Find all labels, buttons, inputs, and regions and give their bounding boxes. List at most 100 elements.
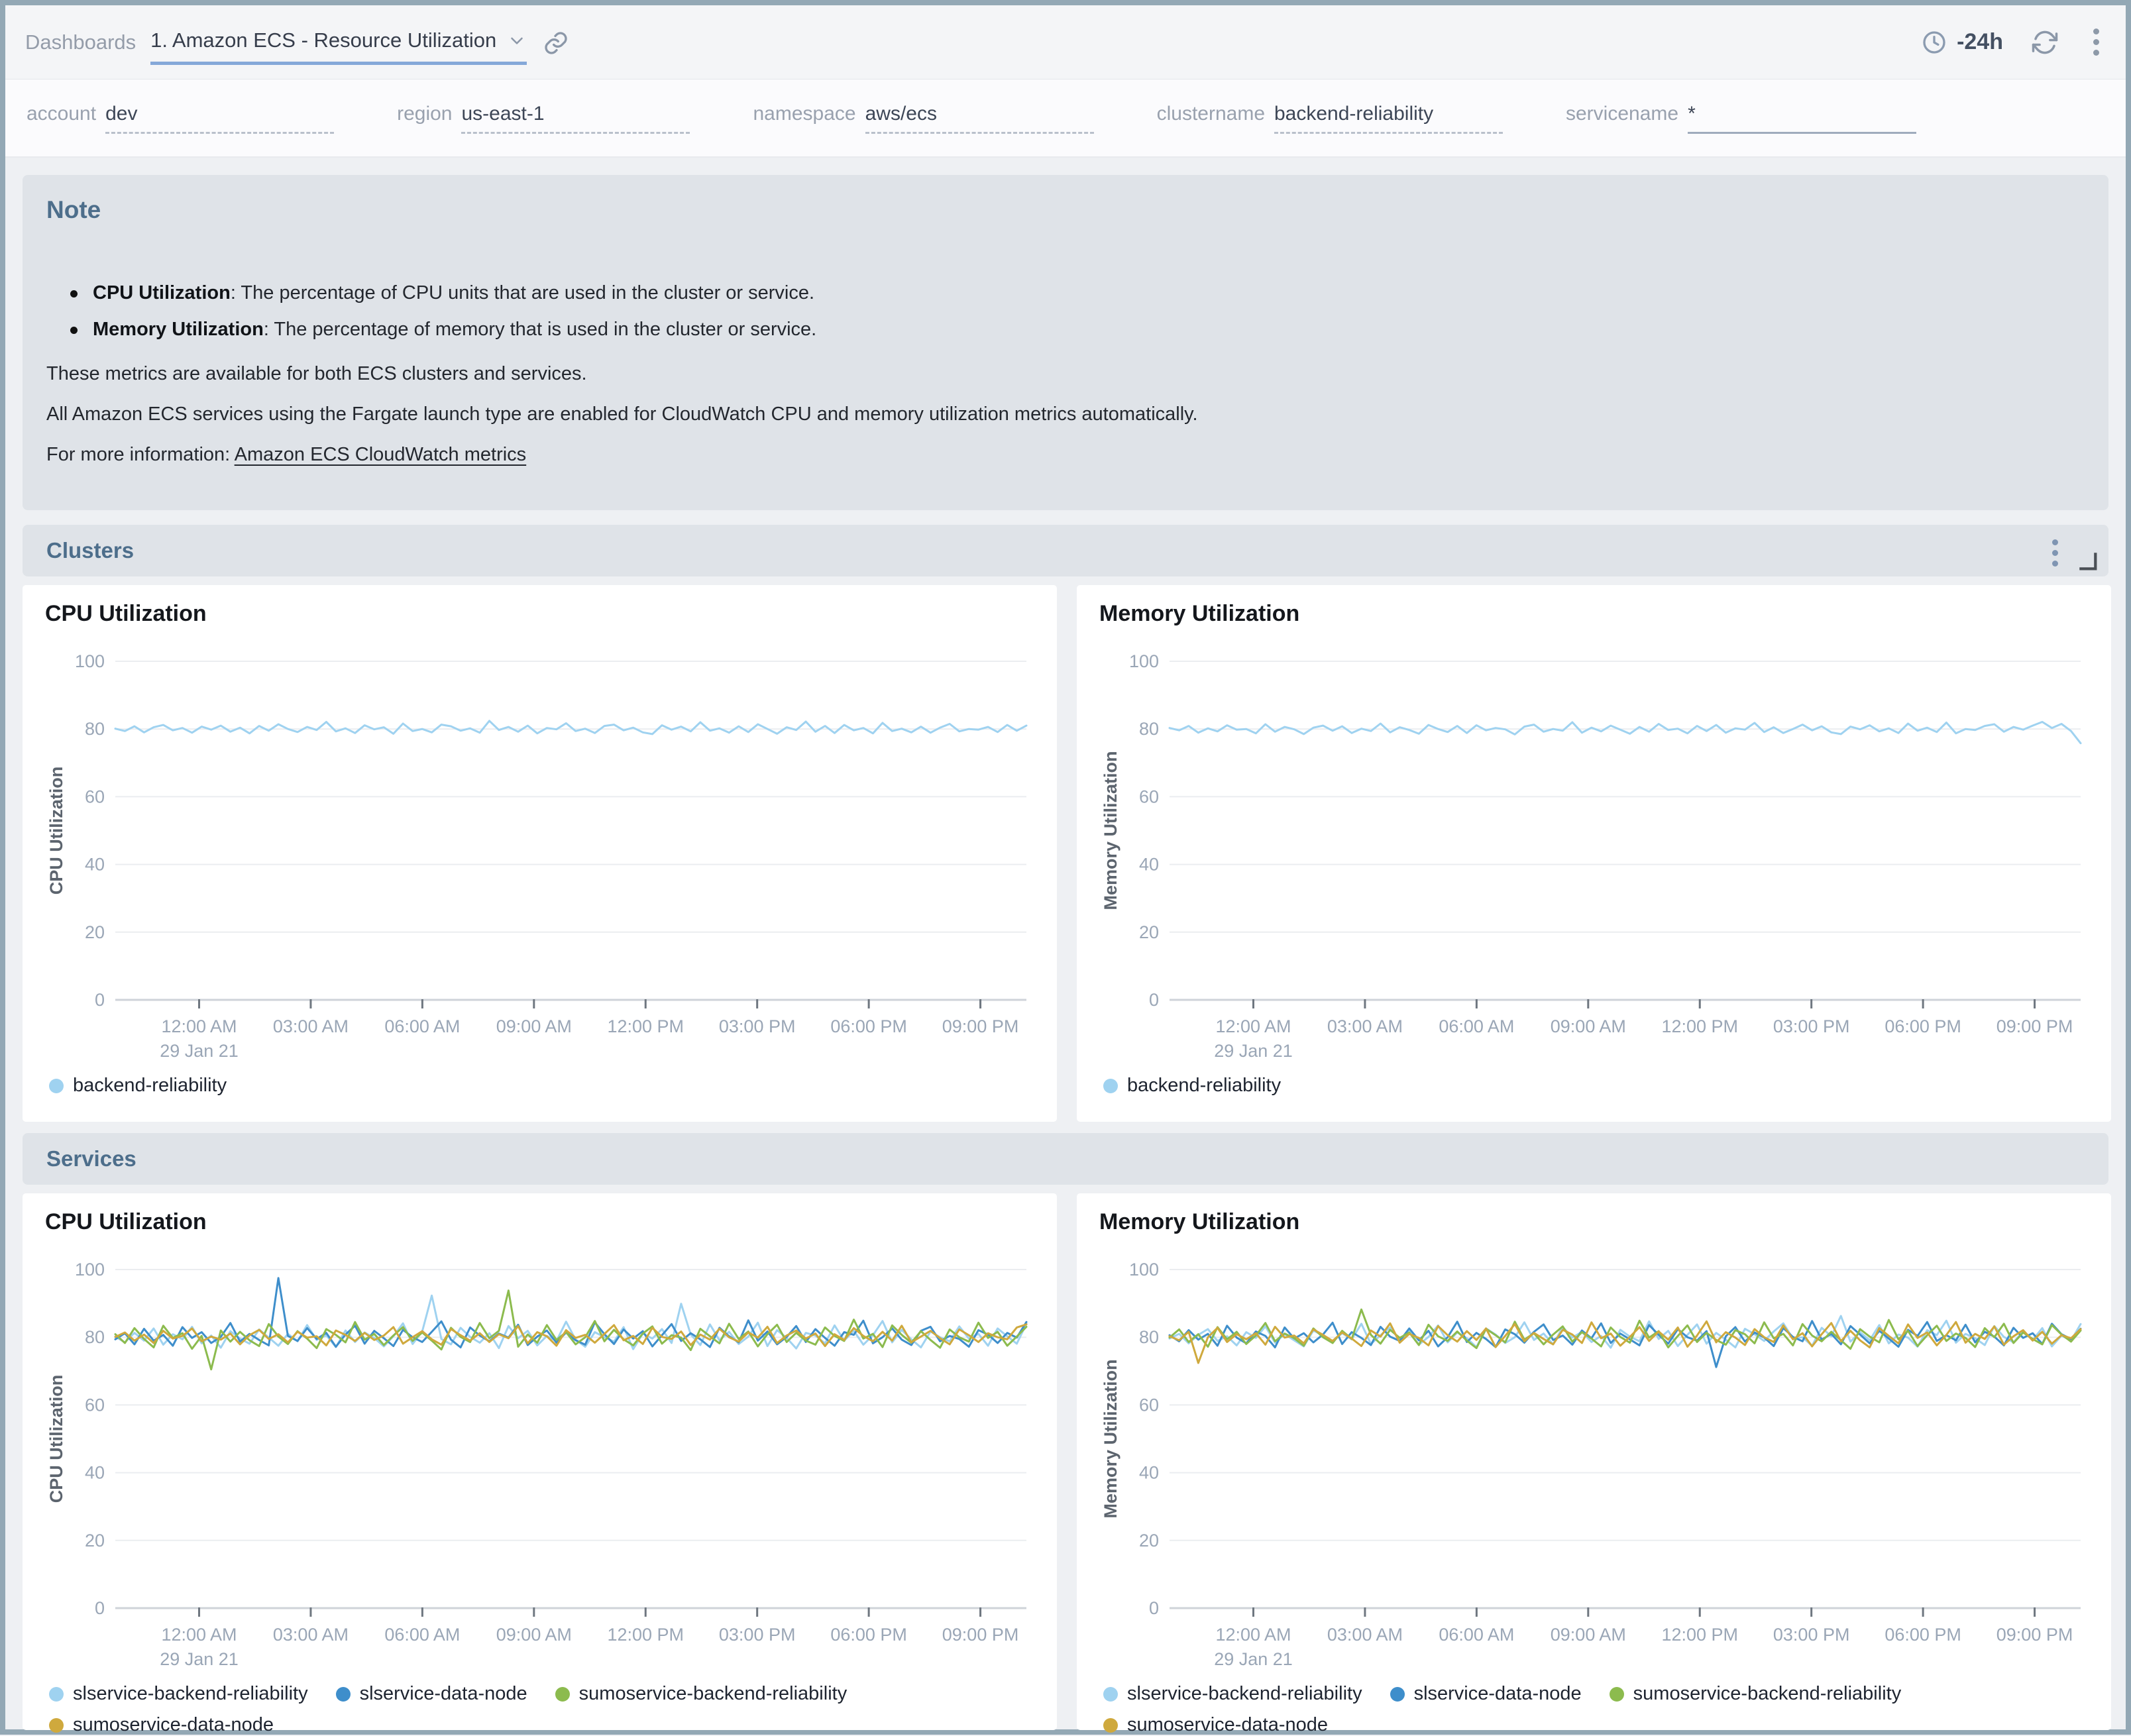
- filter-value-input[interactable]: aws/ecs: [865, 103, 1094, 134]
- chart-canvas[interactable]: 10080604020012:00 AM29 Jan 2103:00 AM06:…: [45, 1246, 1034, 1678]
- dashboard-content: Note CPU Utilization: The percentage of …: [5, 158, 2126, 1730]
- filter-value-input[interactable]: us-east-1: [461, 103, 690, 134]
- svg-text:09:00 AM: 09:00 AM: [496, 1016, 572, 1036]
- filter-label: servicename: [1566, 103, 1678, 125]
- svg-text:03:00 AM: 03:00 AM: [273, 1016, 349, 1036]
- svg-text:03:00 PM: 03:00 PM: [719, 1625, 796, 1645]
- svg-text:03:00 AM: 03:00 AM: [273, 1625, 349, 1645]
- svg-text:06:00 PM: 06:00 PM: [830, 1016, 907, 1036]
- filter-value-input[interactable]: backend-reliability: [1274, 103, 1503, 134]
- chevron-down-icon: [507, 30, 527, 50]
- svg-text:80: 80: [1139, 719, 1159, 739]
- chart-title: CPU Utilization: [45, 601, 1034, 630]
- svg-text:12:00 PM: 12:00 PM: [607, 1625, 684, 1645]
- chart-legend: slservice-backend-reliability slservice-d…: [49, 1683, 930, 1736]
- svg-text:03:00 PM: 03:00 PM: [1773, 1016, 1850, 1036]
- svg-text:100: 100: [75, 1260, 105, 1279]
- svg-text:09:00 PM: 09:00 PM: [942, 1016, 1019, 1036]
- svg-text:60: 60: [85, 787, 105, 806]
- legend-label: slservice-backend-reliability: [73, 1683, 308, 1705]
- filter-label: region: [397, 103, 452, 125]
- svg-text:80: 80: [1139, 1327, 1159, 1347]
- svg-text:03:00 PM: 03:00 PM: [1773, 1625, 1850, 1645]
- legend-label: backend-reliability: [1127, 1075, 1281, 1097]
- legend-item[interactable]: sumoservice-data-node: [1103, 1714, 1328, 1736]
- svg-text:100: 100: [1129, 1260, 1159, 1279]
- legend-swatch: [49, 1079, 64, 1093]
- chart-canvas[interactable]: 10080604020012:00 AM29 Jan 2103:00 AM06:…: [1099, 1246, 2089, 1678]
- filter-value-input[interactable]: *: [1688, 103, 1916, 134]
- cloudwatch-metrics-link[interactable]: Amazon ECS CloudWatch metrics: [235, 444, 527, 465]
- breadcrumb[interactable]: Dashboards: [25, 30, 136, 54]
- filter-clustername: clusternamebackend-reliability: [1157, 103, 1503, 134]
- svg-text:20: 20: [85, 1531, 105, 1550]
- svg-text:09:00 AM: 09:00 AM: [1551, 1625, 1626, 1645]
- svg-text:40: 40: [1139, 855, 1159, 875]
- svg-text:20: 20: [1139, 922, 1159, 942]
- dashboard-title-dropdown[interactable]: 1. Amazon ECS - Resource Utilization: [150, 28, 527, 65]
- legend-item[interactable]: slservice-data-node: [1390, 1683, 1582, 1705]
- legend-item[interactable]: backend-reliability: [49, 1075, 227, 1097]
- chart-canvas[interactable]: 10080604020012:00 AM29 Jan 2103:00 AM06:…: [45, 638, 1034, 1070]
- svg-text:29 Jan 21: 29 Jan 21: [160, 1649, 239, 1669]
- filter-account: account dev: [27, 103, 334, 134]
- legend-item[interactable]: slservice-backend-reliability: [1103, 1683, 1362, 1705]
- legend-item[interactable]: sumoservice-backend-reliability: [555, 1683, 847, 1705]
- svg-text:06:00 AM: 06:00 AM: [1439, 1016, 1514, 1036]
- chart-plot-area: 10080604020012:00 AM29 Jan 2103:00 AM06:…: [45, 638, 1034, 1073]
- svg-text:06:00 AM: 06:00 AM: [384, 1016, 460, 1036]
- svg-text:03:00 AM: 03:00 AM: [1327, 1625, 1403, 1645]
- legend-item[interactable]: slservice-backend-reliability: [49, 1683, 308, 1705]
- legend-item[interactable]: sumoservice-data-node: [49, 1714, 274, 1736]
- refresh-icon[interactable]: [2031, 28, 2059, 56]
- svg-text:12:00 PM: 12:00 PM: [1661, 1016, 1738, 1036]
- app-header: Dashboards 1. Amazon ECS - Resource Util…: [5, 5, 2126, 80]
- legend-label: sumoservice-data-node: [73, 1714, 274, 1736]
- svg-text:20: 20: [1139, 1531, 1159, 1550]
- time-range-label: -24h: [1957, 29, 2003, 55]
- legend-swatch: [1390, 1687, 1405, 1702]
- svg-text:CPU Utilization: CPU Utilization: [46, 767, 66, 895]
- svg-text:09:00 AM: 09:00 AM: [1551, 1016, 1626, 1036]
- legend-item[interactable]: backend-reliability: [1103, 1075, 1281, 1097]
- chart-legend: slservice-backend-reliability slservice-d…: [1103, 1683, 1985, 1736]
- svg-text:40: 40: [1139, 1463, 1159, 1483]
- section-bar-services: Services: [23, 1133, 2108, 1185]
- filter-servicename: servicename *: [1566, 103, 1916, 134]
- svg-text:40: 40: [85, 1463, 105, 1483]
- svg-text:29 Jan 21: 29 Jan 21: [160, 1041, 239, 1061]
- clusters-charts-row: CPU Utilization 10080604020012:00 AM29 J…: [23, 585, 2108, 1122]
- svg-text:80: 80: [85, 719, 105, 739]
- chart-canvas[interactable]: 10080604020012:00 AM29 Jan 2103:00 AM06:…: [1099, 638, 2089, 1070]
- section-title: Clusters: [46, 538, 134, 563]
- kebab-menu-icon[interactable]: [2087, 25, 2106, 60]
- filter-value-input[interactable]: dev: [105, 103, 334, 134]
- svg-text:09:00 PM: 09:00 PM: [1996, 1016, 2073, 1036]
- legend-label: slservice-data-node: [1414, 1683, 1582, 1705]
- section-bar-clusters: Clusters: [23, 525, 2108, 576]
- legend-item[interactable]: slservice-data-node: [336, 1683, 527, 1705]
- legend-label: slservice-backend-reliability: [1127, 1683, 1362, 1705]
- kebab-menu-icon[interactable]: [2046, 535, 2065, 570]
- services-charts-row: CPU Utilization 10080604020012:00 AM29 J…: [23, 1193, 2108, 1730]
- svg-text:Memory Utilization: Memory Utilization: [1101, 751, 1120, 910]
- chart-legend: backend-reliability: [49, 1075, 930, 1097]
- svg-text:0: 0: [95, 990, 105, 1010]
- note-paragraph: All Amazon ECS services using the Fargat…: [46, 404, 2085, 425]
- filter-label: account: [27, 103, 96, 125]
- legend-swatch: [49, 1718, 64, 1733]
- link-icon[interactable]: [543, 30, 569, 56]
- legend-swatch: [1103, 1079, 1118, 1093]
- chart-panel-clusters-cpu: CPU Utilization 10080604020012:00 AM29 J…: [23, 585, 1057, 1122]
- svg-text:12:00 AM: 12:00 AM: [161, 1625, 237, 1645]
- svg-text:12:00 AM: 12:00 AM: [161, 1016, 237, 1036]
- note-bullet-list: CPU Utilization: The percentage of CPU u…: [46, 282, 2085, 341]
- chart-panel-services-memory: Memory Utilization 10080604020012:00 AM2…: [1077, 1193, 2111, 1730]
- time-range-button[interactable]: -24h: [1921, 29, 2003, 56]
- resize-corner-icon[interactable]: [2077, 550, 2099, 572]
- header-actions: -24h: [1921, 25, 2106, 60]
- note-bullet: Memory Utilization: The percentage of me…: [46, 319, 2085, 341]
- legend-item[interactable]: sumoservice-backend-reliability: [1610, 1683, 1902, 1705]
- svg-text:12:00 PM: 12:00 PM: [1661, 1625, 1738, 1645]
- note-more-info: For more information: Amazon ECS CloudWa…: [46, 444, 2085, 466]
